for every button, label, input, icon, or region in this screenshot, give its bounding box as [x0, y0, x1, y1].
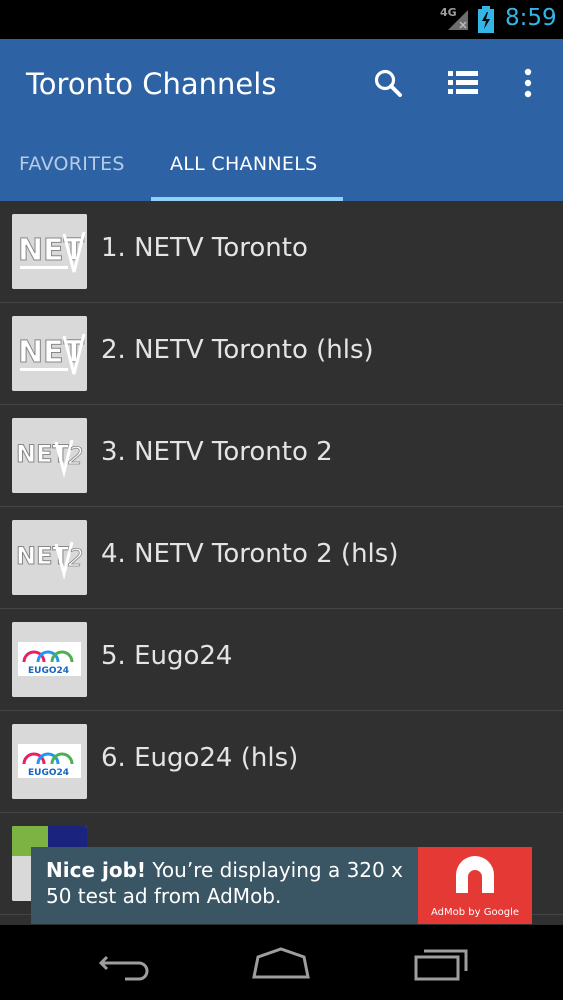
- channel-row[interactable]: EUGO24 5. Eugo24: [0, 609, 563, 711]
- admob-logo: AdMob by Google: [418, 847, 532, 924]
- svg-text:EUGO24: EUGO24: [28, 768, 69, 778]
- eugo24-logo: EUGO24: [12, 724, 87, 799]
- admob-icon: [456, 856, 494, 893]
- recents-icon[interactable]: [408, 943, 470, 987]
- channel-label: 3. NETV Toronto 2: [101, 437, 333, 467]
- svg-text:2: 2: [68, 442, 83, 470]
- channel-row[interactable]: NET 2 4. NETV Toronto 2 (hls): [0, 507, 563, 609]
- admob-caption: AdMob by Google: [431, 907, 519, 918]
- battery-icon: [477, 6, 495, 37]
- netv-logo: NET: [12, 214, 87, 289]
- svg-text:2: 2: [68, 544, 83, 572]
- search-icon[interactable]: [370, 65, 406, 101]
- channel-list: NET 1. NETV Toronto NET 2. NETV Toronto …: [0, 201, 563, 915]
- svg-text:EUGO24: EUGO24: [28, 666, 69, 676]
- channel-label: 4. NETV Toronto 2 (hls): [101, 539, 399, 569]
- channel-row[interactable]: NET 1. NETV Toronto: [0, 201, 563, 303]
- eugo24-logo: EUGO24: [12, 622, 87, 697]
- netv2-logo: NET 2: [12, 418, 87, 493]
- app-bar: Toronto Channels FAVORITES ALL CHANNELS: [0, 39, 563, 201]
- tab-all-channels[interactable]: ALL CHANNELS: [170, 153, 317, 175]
- netv2-logo: NET 2: [12, 520, 87, 595]
- channel-row[interactable]: NET 2 3. NETV Toronto 2: [0, 405, 563, 507]
- channel-label: 1. NETV Toronto: [101, 233, 308, 263]
- back-icon[interactable]: [95, 943, 155, 987]
- status-bar: 4G 8:59: [0, 0, 563, 39]
- channel-label: 5. Eugo24: [101, 641, 233, 671]
- app-title: Toronto Channels: [26, 67, 277, 101]
- svg-text:NET: NET: [18, 335, 85, 370]
- channel-row[interactable]: NET 2. NETV Toronto (hls): [0, 303, 563, 405]
- channel-label: 2. NETV Toronto (hls): [101, 335, 374, 365]
- home-icon[interactable]: [250, 943, 312, 987]
- more-vert-icon[interactable]: [510, 65, 546, 101]
- ad-text: Nice job! You’re displaying a 320 x 50 t…: [46, 857, 416, 909]
- list-view-icon[interactable]: [445, 65, 481, 101]
- nav-bar: [0, 925, 563, 1000]
- channel-label: 6. Eugo24 (hls): [101, 743, 299, 773]
- svg-text:NET: NET: [18, 233, 85, 268]
- ad-headline: Nice job!: [46, 858, 147, 882]
- signal-icon: [446, 8, 470, 36]
- channel-row[interactable]: EUGO24 6. Eugo24 (hls): [0, 711, 563, 813]
- netv-logo: NET: [12, 316, 87, 391]
- tab-favorites[interactable]: FAVORITES: [19, 153, 125, 175]
- clock: 8:59: [505, 5, 557, 31]
- ad-banner[interactable]: Nice job! You’re displaying a 320 x 50 t…: [31, 847, 532, 924]
